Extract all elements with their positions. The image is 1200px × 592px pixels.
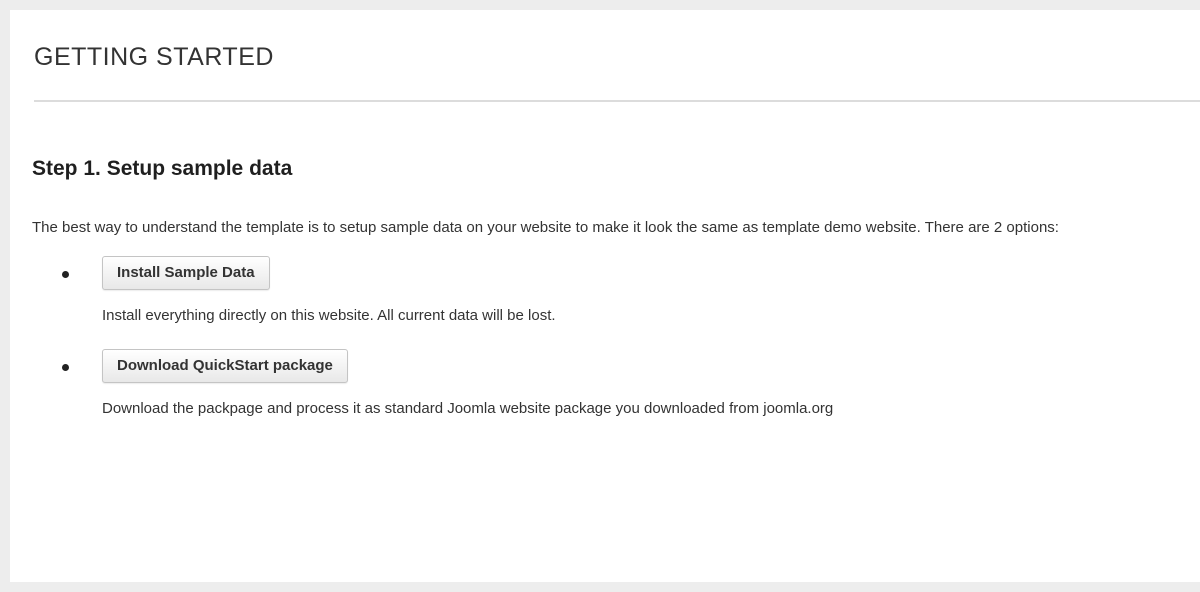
panel-title: GETTING STARTED (34, 43, 274, 71)
panel-body: Step 1. Setup sample data The best way t… (10, 102, 1200, 423)
install-sample-data-button[interactable]: Install Sample Data (102, 256, 270, 290)
download-quickstart-description: Download the packpage and process it as … (102, 400, 834, 417)
options-list: Install Sample Data Install everything d… (32, 256, 1180, 423)
getting-started-panel: GETTING STARTED Step 1. Setup sample dat… (10, 10, 1200, 582)
bullet-icon (62, 271, 69, 278)
download-quickstart-button[interactable]: Download QuickStart package (102, 349, 348, 383)
install-sample-data-description: Install everything directly on this webs… (102, 307, 556, 324)
step-title: Step 1. Setup sample data (32, 157, 293, 180)
bullet-icon (62, 364, 69, 371)
option-install-sample-data: Install Sample Data Install everything d… (32, 256, 1180, 330)
panel-header: GETTING STARTED (34, 10, 1200, 102)
step-intro: The best way to understand the template … (32, 219, 1059, 236)
option-download-quickstart: Download QuickStart package Download the… (32, 349, 1180, 423)
